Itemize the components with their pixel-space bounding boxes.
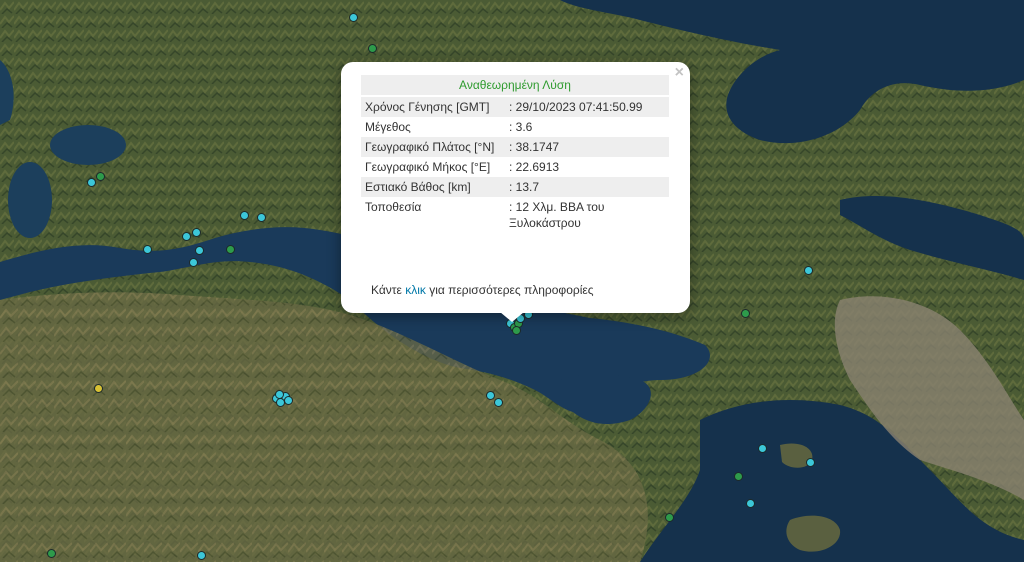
info-label: Τοποθεσία bbox=[365, 200, 422, 214]
earthquake-marker[interactable] bbox=[142, 244, 152, 254]
earthquake-marker[interactable] bbox=[93, 383, 103, 393]
info-label: Εστιακό Βάθος [km] bbox=[361, 177, 505, 197]
earthquake-marker[interactable] bbox=[283, 395, 293, 405]
info-label: Μέγεθος bbox=[365, 120, 411, 134]
earthquake-marker[interactable] bbox=[493, 397, 503, 407]
more-info-suffix: για περισσότερες πληροφορίες bbox=[425, 283, 594, 297]
more-info-link[interactable]: κλικ bbox=[405, 283, 426, 297]
earthquake-info-table: Χρόνος Γένησης [GMT] : 29/10/2023 07:41:… bbox=[361, 97, 669, 233]
earthquake-marker[interactable] bbox=[511, 325, 521, 335]
info-row-location: Τοποθεσία : 12 Χλμ. ΒΒΑ του Ξυλοκάστρου bbox=[361, 197, 669, 233]
info-row-longitude: Γεωγραφικό Μήκος [°E] : 22.6913 bbox=[361, 157, 669, 177]
earthquake-marker[interactable] bbox=[485, 390, 495, 400]
earthquake-marker[interactable] bbox=[348, 12, 358, 22]
earthquake-marker[interactable] bbox=[239, 210, 249, 220]
earthquake-marker[interactable] bbox=[225, 244, 235, 254]
info-row-latitude: Γεωγραφικό Πλάτος [°N] : 38.1747 bbox=[361, 137, 669, 157]
earthquake-marker[interactable] bbox=[740, 308, 750, 318]
earthquake-marker[interactable] bbox=[181, 231, 191, 241]
earthquake-marker[interactable] bbox=[46, 548, 56, 558]
earthquake-marker[interactable] bbox=[733, 471, 743, 481]
earthquake-marker[interactable] bbox=[745, 498, 755, 508]
close-icon[interactable]: × bbox=[675, 64, 684, 82]
more-info-text: Κάντε κλικ για περισσότερες πληροφορίες bbox=[371, 283, 594, 297]
earthquake-marker[interactable] bbox=[367, 43, 377, 53]
earthquake-marker[interactable] bbox=[95, 171, 105, 181]
info-row-depth: Εστιακό Βάθος [km] : 13.7 bbox=[361, 177, 669, 197]
info-value: : 12 Χλμ. ΒΒΑ του Ξυλοκάστρου bbox=[509, 200, 605, 230]
info-value: : 3.6 bbox=[509, 120, 533, 134]
earthquake-marker[interactable] bbox=[196, 550, 206, 560]
earthquake-marker[interactable] bbox=[188, 257, 198, 267]
info-row-origin-time: Χρόνος Γένησης [GMT] : 29/10/2023 07:41:… bbox=[361, 97, 669, 117]
earthquake-marker[interactable] bbox=[86, 177, 96, 187]
more-info-prefix: Κάντε bbox=[371, 283, 406, 297]
info-value: : 22.6913 bbox=[509, 160, 560, 174]
earthquake-marker[interactable] bbox=[805, 457, 815, 467]
earthquake-marker[interactable] bbox=[256, 212, 266, 222]
info-value: : 29/10/2023 07:41:50.99 bbox=[505, 97, 669, 117]
earthquake-popup: × Αναθεωρημένη Λύση Χρόνος Γένησης [GMT]… bbox=[341, 62, 690, 313]
earthquake-marker[interactable] bbox=[191, 227, 201, 237]
earthquake-marker[interactable] bbox=[757, 443, 767, 453]
popup-title: Αναθεωρημένη Λύση bbox=[361, 75, 669, 95]
earthquake-marker[interactable] bbox=[274, 389, 284, 399]
info-label: Γεωγραφικό Πλάτος [°N] bbox=[361, 137, 505, 157]
info-value: : 13.7 bbox=[505, 177, 669, 197]
info-label: Γεωγραφικό Μήκος [°E] bbox=[365, 160, 491, 174]
earthquake-marker[interactable] bbox=[803, 265, 813, 275]
info-row-magnitude: Μέγεθος : 3.6 bbox=[361, 117, 669, 137]
info-label: Χρόνος Γένησης [GMT] bbox=[361, 97, 505, 117]
earthquake-marker[interactable] bbox=[194, 245, 204, 255]
earthquake-marker[interactable] bbox=[664, 512, 674, 522]
info-value: : 38.1747 bbox=[505, 137, 669, 157]
